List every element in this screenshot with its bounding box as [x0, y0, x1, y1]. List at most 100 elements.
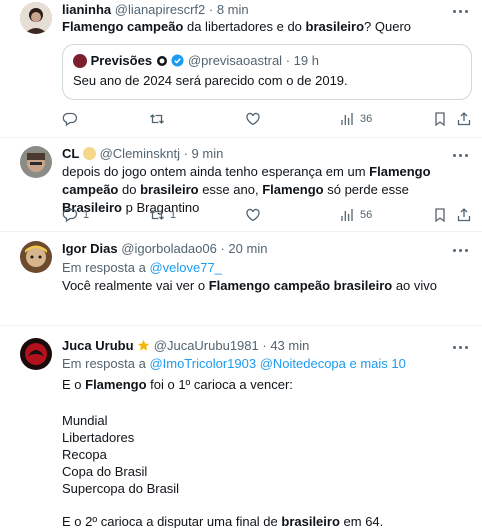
views-count: 36	[360, 113, 373, 125]
text-line-empty	[62, 497, 468, 513]
reply-button[interactable]: 1	[62, 206, 89, 224]
author-handle[interactable]: @lianapirescrf2	[115, 2, 206, 17]
timestamp[interactable]: · 43 min	[262, 338, 309, 353]
text-run: brasileiro	[305, 19, 365, 34]
bookmark-icon	[435, 112, 445, 127]
author-name[interactable]: CL	[62, 146, 79, 161]
text-run: Libertadores	[62, 430, 135, 445]
text-run: Recopa	[62, 447, 107, 462]
views-button[interactable]: 36	[339, 110, 372, 128]
more-options-icon[interactable]	[452, 243, 470, 257]
verified-badge-icon	[171, 54, 184, 67]
tweet-juca-urubu[interactable]: Juca Urubu @JucaUrubu1981 · 43 min Em re…	[0, 326, 482, 528]
quoted-avatar	[73, 54, 87, 68]
emoji-icon	[82, 147, 96, 160]
quoted-author-name: Previsões	[90, 53, 153, 68]
views-count: 56	[360, 209, 373, 221]
bookmark-button[interactable]	[432, 206, 448, 224]
avatar[interactable]	[20, 338, 52, 370]
text-run: Flamengo	[262, 182, 324, 197]
author-handle[interactable]: @igorboladao06	[121, 241, 217, 256]
text-run: E o	[62, 377, 86, 392]
more-options-icon[interactable]	[452, 340, 470, 354]
like-button[interactable]	[245, 110, 266, 128]
text-line: Recopa	[62, 446, 468, 463]
reply-context: Em resposta a @ImoTricolor1903 @Noitedec…	[62, 356, 406, 372]
text-run: foi o 1º carioca a vencer:	[146, 377, 293, 392]
tweet-header: CL @Cleminskntj · 9 min	[62, 146, 223, 162]
text-run: Supercopa do Brasil	[62, 481, 180, 496]
tweet-text: E o Flamengo foi o 1º carioca a vencer: …	[62, 376, 468, 528]
reply-button[interactable]	[62, 110, 83, 128]
text-run: E o 2º carioca a disputar uma final de	[62, 514, 282, 528]
more-options-icon[interactable]	[452, 4, 470, 18]
text-run: brasileiro	[281, 514, 340, 528]
author-handle[interactable]: @JucaUrubu1981	[154, 338, 259, 353]
like-button[interactable]	[245, 206, 266, 224]
reply-icon	[62, 112, 78, 127]
retweet-button[interactable]: 1	[149, 206, 176, 224]
retweet-icon	[150, 210, 164, 220]
timestamp[interactable]: · 8 min	[209, 2, 249, 17]
text-line: Libertadores	[62, 429, 468, 446]
author-name[interactable]: lianinha	[62, 2, 111, 17]
timestamp[interactable]: · 9 min	[184, 146, 224, 161]
author-name[interactable]: Juca Urubu	[62, 338, 134, 353]
heart-icon	[246, 208, 260, 222]
text-run: só perde esse	[323, 182, 409, 197]
share-button[interactable]	[456, 206, 472, 224]
views-button[interactable]: 56	[339, 206, 372, 224]
reply-target-link[interactable]: @ImoTricolor1903 @Noitedecopa e mais 10	[149, 356, 405, 371]
avatar[interactable]	[20, 241, 52, 273]
share-button[interactable]	[456, 110, 472, 128]
text-line: Supercopa do Brasil	[62, 480, 468, 497]
reply-prefix: Em resposta a	[62, 260, 150, 275]
tweet-text: Você realmente vai ver o Flamengo campeã…	[62, 277, 468, 295]
avatar[interactable]	[20, 2, 52, 34]
text-line: E o 2º carioca a disputar uma final de b…	[62, 513, 468, 528]
tweet-lianinha[interactable]: lianinha @lianapirescrf2 · 8 min Flameng…	[0, 0, 482, 138]
text-run: ao vivo	[392, 278, 438, 293]
tweet-text: Flamengo campeão da libertadores e do br…	[62, 18, 468, 36]
tweet-header: lianinha @lianapirescrf2 · 8 min	[62, 2, 249, 18]
bookmark-icon	[435, 208, 445, 223]
tweet-igor-dias[interactable]: Igor Dias @igorboladao06 · 20 min Em res…	[0, 232, 482, 326]
text-run: esse ano,	[198, 182, 263, 197]
text-run: Flamengo campeão brasileiro	[208, 278, 393, 293]
circle-icon	[156, 56, 167, 66]
author-name[interactable]: Igor Dias	[62, 241, 118, 256]
text-run: da libertadores e do	[183, 19, 306, 34]
text-line: Copa do Brasil	[62, 463, 468, 480]
retweet-button[interactable]	[149, 110, 170, 128]
reply-prefix: Em resposta a	[62, 356, 150, 371]
heart-icon	[246, 112, 260, 126]
quoted-tweet[interactable]: Previsões @previsaoastral · 19 h Seu ano…	[62, 44, 472, 100]
more-options-icon[interactable]	[452, 148, 470, 162]
reply-context: Em resposta a @velove77_	[62, 260, 222, 276]
views-icon	[341, 209, 353, 221]
views-icon	[341, 113, 353, 125]
bookmark-button[interactable]	[432, 110, 448, 128]
text-run: Flamengo	[85, 377, 147, 392]
quoted-handle: @previsaoastral	[187, 53, 283, 68]
share-icon	[457, 112, 471, 126]
tweet-cl[interactable]: CL @Cleminskntj · 9 min depois do jogo o…	[0, 138, 482, 232]
reply-icon	[62, 208, 78, 223]
quoted-timestamp: · 19 h	[285, 53, 319, 68]
timestamp[interactable]: · 20 min	[220, 241, 267, 256]
reply-target-link[interactable]: @velove77_	[149, 260, 221, 275]
text-run: depois do jogo ontem ainda tenho esperan…	[62, 164, 370, 179]
retweet-icon	[150, 114, 164, 124]
text-line: E o Flamengo foi o 1º carioca a vencer:	[62, 376, 468, 394]
text-run: brasileiro	[140, 182, 199, 197]
text-line-empty	[62, 394, 468, 412]
star-icon	[138, 339, 150, 351]
text-run: ? Quero	[364, 19, 412, 34]
text-run: em 64.	[339, 514, 384, 528]
text-run: Você realmente vai ver o	[62, 278, 209, 293]
share-icon	[457, 208, 471, 222]
author-handle[interactable]: @Cleminskntj	[100, 146, 180, 161]
tweet-actions: 1 1 56	[62, 206, 474, 224]
reply-count: 1	[83, 209, 90, 221]
avatar[interactable]	[20, 146, 52, 178]
